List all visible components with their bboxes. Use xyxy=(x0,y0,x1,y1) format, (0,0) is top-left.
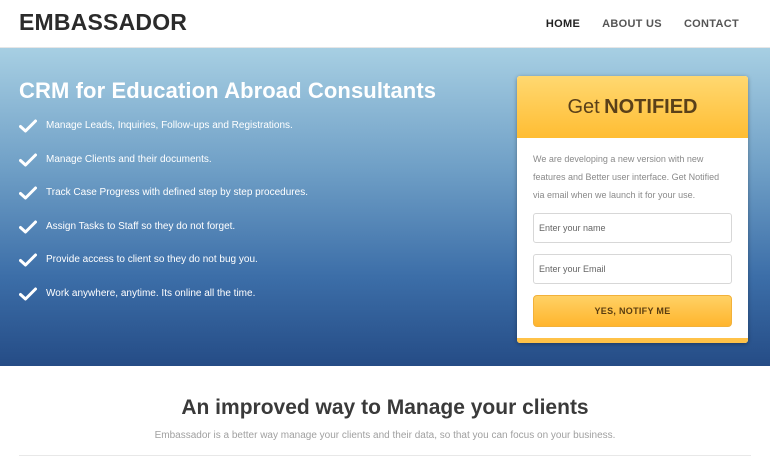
hero-title: CRM for Education Abroad Consultants xyxy=(19,78,437,103)
main-nav: HOME ABOUT US CONTACT xyxy=(546,18,739,30)
section-divider xyxy=(19,455,751,456)
feature-item: Work anywhere, anytime. Its online all t… xyxy=(19,287,308,321)
feature-list: Manage Leads, Inquiries, Follow-ups and … xyxy=(19,119,308,320)
check-icon xyxy=(19,253,37,267)
section-title: An improved way to Manage your clients xyxy=(181,396,589,419)
notify-card: Get NOTIFIED We are developing a new ver… xyxy=(517,76,748,343)
check-icon xyxy=(19,220,37,233)
name-input[interactable] xyxy=(533,213,732,243)
check-icon xyxy=(19,153,37,166)
feature-text: Manage Clients and their documents. xyxy=(46,153,212,165)
feature-text: Track Case Progress with defined step by… xyxy=(46,187,308,198)
nav-about-link[interactable]: ABOUT US xyxy=(602,18,662,30)
email-input[interactable] xyxy=(533,254,732,284)
feature-item: Track Case Progress with defined step by… xyxy=(19,186,308,220)
section-subtitle: Embassador is a better way manage your c… xyxy=(154,430,616,441)
feature-text: Provide access to client so they do not … xyxy=(46,254,258,265)
feature-item: Assign Tasks to Staff so they do not for… xyxy=(19,220,308,254)
nav-home-link[interactable]: HOME xyxy=(546,18,580,30)
check-icon xyxy=(19,287,37,300)
notify-title-emphasis: NOTIFIED xyxy=(604,96,698,118)
brand-logo[interactable]: EMBASSADOR xyxy=(19,9,187,36)
nav-contact-link[interactable]: CONTACT xyxy=(684,18,739,30)
notify-title-prefix: Get xyxy=(567,96,600,118)
notify-me-button[interactable]: YES, NOTIFY ME xyxy=(533,295,732,327)
feature-item: Manage Leads, Inquiries, Follow-ups and … xyxy=(19,119,308,153)
feature-text: Manage Leads, Inquiries, Follow-ups and … xyxy=(46,120,293,131)
feature-item: Manage Clients and their documents. xyxy=(19,153,308,187)
notify-description: We are developing a new version with new… xyxy=(533,154,720,200)
feature-item: Provide access to client so they do not … xyxy=(19,253,308,287)
top-navbar: EMBASSADOR HOME ABOUT US CONTACT xyxy=(0,0,770,48)
notify-card-header: Get NOTIFIED xyxy=(517,76,748,138)
check-icon xyxy=(19,119,37,133)
notify-card-footer-bar xyxy=(517,338,748,343)
check-icon xyxy=(19,186,37,200)
feature-text: Work anywhere, anytime. Its online all t… xyxy=(46,287,256,299)
feature-text: Assign Tasks to Staff so they do not for… xyxy=(46,220,236,232)
